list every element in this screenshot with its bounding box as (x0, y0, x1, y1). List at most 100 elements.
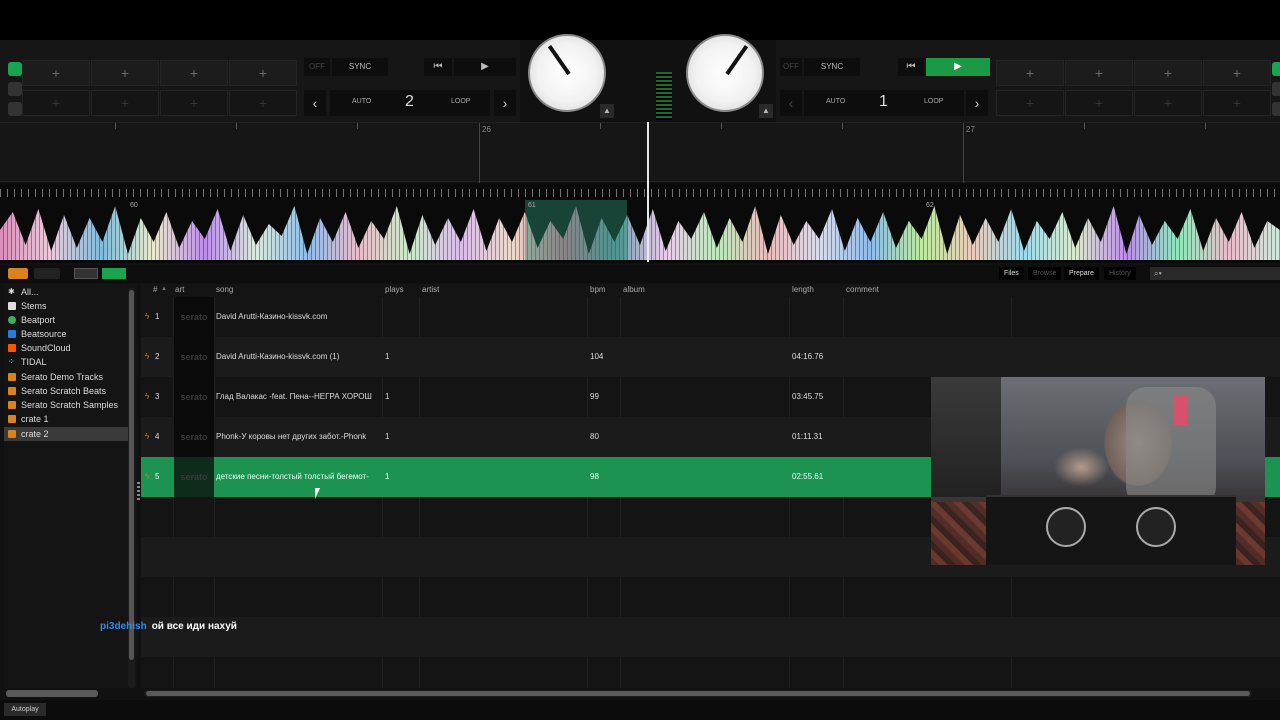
sidebar-item-soundcloud[interactable]: SoundCloud (4, 341, 128, 355)
deck-left-hotcue-2[interactable]: + (91, 60, 159, 86)
column-header-album[interactable]: album (623, 285, 645, 294)
deck-left-hotcue-1[interactable]: + (22, 60, 90, 86)
deck-left-sync-off-button[interactable]: OFF (304, 58, 330, 76)
deck-right-loop-label[interactable]: LOOP (924, 98, 943, 105)
sidebar-item-all[interactable]: ✱ All... (4, 285, 128, 299)
add-smart-crate-icon[interactable] (34, 268, 60, 279)
deck-right-loop-next-button[interactable]: › (966, 90, 988, 116)
column-header-number[interactable]: # (153, 285, 157, 294)
deck-right-platter[interactable] (686, 34, 764, 112)
tab-browse[interactable]: Browse (1028, 267, 1062, 280)
deck-left-loop-label[interactable]: LOOP (451, 98, 470, 105)
deck-right-hotcue-3[interactable]: + (1134, 60, 1202, 86)
deck-left-hotcue-5[interactable]: + (22, 90, 90, 116)
deck-left-hotcue-3[interactable]: + (160, 60, 228, 86)
track-plays: 1 (385, 392, 390, 401)
deck-right-hotcue-7[interactable]: + (1134, 90, 1202, 116)
deck-left-slicer-mode-icon[interactable] (8, 102, 22, 116)
sidebar-scrollbar-thumb[interactable] (129, 290, 134, 660)
deck-right-hotcue-1[interactable]: + (996, 60, 1064, 86)
list-view-icon[interactable] (74, 268, 98, 279)
deck-left-sync-button[interactable]: SYNC (332, 58, 388, 76)
deck-left-auto-label[interactable]: AUTO (352, 98, 371, 105)
track-song: детские песни-толстый толстый бегемот- (216, 472, 369, 481)
autoplay-button[interactable]: Autoplay (4, 703, 46, 716)
deck-right-cue-button[interactable]: ⏮ (898, 58, 924, 76)
deck-left-hotcue-8[interactable]: + (229, 90, 297, 116)
column-header-plays[interactable]: plays (385, 285, 404, 294)
deck-right-roll-mode-icon[interactable] (1272, 82, 1280, 96)
timeline-tick (357, 123, 358, 129)
sidebar-item-serato-demo-tracks[interactable]: Serato Demo Tracks (4, 370, 128, 384)
track-length: 01:11.31 (792, 432, 823, 441)
sort-ascending-icon[interactable]: ▲ (161, 286, 167, 292)
table-horizontal-scrollbar-thumb[interactable] (146, 691, 1250, 696)
analyzed-bolt-icon: ϟ (145, 432, 150, 441)
timeline-tick (600, 123, 601, 129)
deck-right-hotcue-4[interactable]: + (1203, 60, 1271, 86)
deck-right-hotcue-6[interactable]: + (1065, 90, 1133, 116)
table-row[interactable]: ϟ 1 serato David Arutti-Казино-kissvk.co… (141, 297, 1280, 337)
deck-left-cue-mode-icon[interactable] (8, 62, 22, 76)
deck-right-slicer-mode-icon[interactable] (1272, 102, 1280, 116)
sidebar-item-crate-1[interactable]: crate 1 (4, 412, 128, 426)
column-header-song[interactable]: song (216, 285, 233, 294)
deck-right-hotcue-2[interactable]: + (1065, 60, 1133, 86)
deck-left-eject-button[interactable]: ▲ (600, 104, 614, 118)
beat-timeline[interactable]: 26 27 (0, 122, 1280, 183)
deck-right-hotcue-5[interactable]: + (996, 90, 1064, 116)
table-row[interactable]: ϟ 2 serato David Arutti-Казино-kissvk.co… (141, 337, 1280, 377)
column-header-bpm[interactable]: bpm (590, 285, 606, 294)
deck-right-eject-button[interactable]: ▲ (759, 104, 773, 118)
column-header-comment[interactable]: comment (846, 285, 879, 294)
deck-right-sync-off-button[interactable]: OFF (780, 58, 802, 76)
deck-left-roll-mode-icon[interactable] (8, 82, 22, 96)
track-bpm: 104 (590, 352, 604, 361)
deck-left: + + + + + + + + OFF SYNC ⏮ ▶ ‹ AUTO 2 LO… (0, 40, 520, 122)
deck-left-platter[interactable] (528, 34, 606, 112)
sidebar-item-beatport[interactable]: Beatport (4, 313, 128, 327)
deck-left-hotcue-6[interactable]: + (91, 90, 159, 116)
table-horizontal-scrollbar[interactable] (144, 690, 1252, 697)
sidebar-item-stems[interactable]: Stems (4, 299, 128, 313)
sidebar-item-serato-scratch-samples[interactable]: Serato Scratch Samples (4, 398, 128, 412)
sidebar-item-label: Beatport (21, 315, 56, 325)
sidebar-item-beatsource[interactable]: Beatsource (4, 327, 128, 341)
crate-icon (8, 415, 16, 423)
timeline-bar-line (963, 123, 964, 183)
deck-left-play-button[interactable]: ▶ (454, 58, 516, 76)
detail-view-icon[interactable] (102, 268, 126, 279)
crate-icon (8, 373, 16, 381)
deck-right-play-button[interactable]: ▶ (926, 58, 990, 76)
webcam-jog-wheel-left (1046, 507, 1086, 547)
top-bar (0, 0, 1280, 51)
bottom-bar (0, 700, 1280, 720)
deck-left-hotcue-7[interactable]: + (160, 90, 228, 116)
deck-right-auto-label[interactable]: AUTO (826, 98, 845, 105)
tab-history[interactable]: History (1104, 267, 1136, 280)
track-number: 2 (155, 352, 160, 361)
deck-left-cue-button[interactable]: ⏮ (424, 58, 452, 76)
deck-right-cue-mode-icon[interactable] (1272, 62, 1280, 76)
column-header-art[interactable]: art (175, 285, 184, 294)
deck-right-loop-control: AUTO 1 LOOP (804, 90, 964, 116)
deck-right-sync-button[interactable]: SYNC (804, 58, 860, 76)
sidebar-horizontal-scrollbar[interactable] (6, 690, 98, 697)
sidebar-item-tidal[interactable]: ⁘ TIDAL (4, 355, 128, 369)
empty-table-row (141, 617, 1280, 657)
panel-resize-handle[interactable] (137, 482, 140, 500)
add-crate-icon[interactable] (8, 268, 28, 279)
deck-left-loop-next-button[interactable]: › (494, 90, 516, 116)
tab-files[interactable]: Files (999, 267, 1024, 280)
deck-left-hotcue-4[interactable]: + (229, 60, 297, 86)
sidebar-item-crate-2[interactable]: crate 2 (4, 427, 128, 441)
sidebar-item-serato-scratch-beats[interactable]: Serato Scratch Beats (4, 384, 128, 398)
deck-right-loop-prev-button[interactable]: ‹ (780, 90, 802, 116)
deck-right-hotcue-8[interactable]: + (1203, 90, 1271, 116)
tab-prepare[interactable]: Prepare (1064, 267, 1099, 280)
column-header-artist[interactable]: artist (422, 285, 439, 294)
column-header-length[interactable]: length (792, 285, 814, 294)
search-input[interactable]: ⌕▾ (1150, 267, 1280, 280)
deck-left-loop-prev-button[interactable]: ‹ (304, 90, 326, 116)
crate-icon (8, 401, 16, 409)
